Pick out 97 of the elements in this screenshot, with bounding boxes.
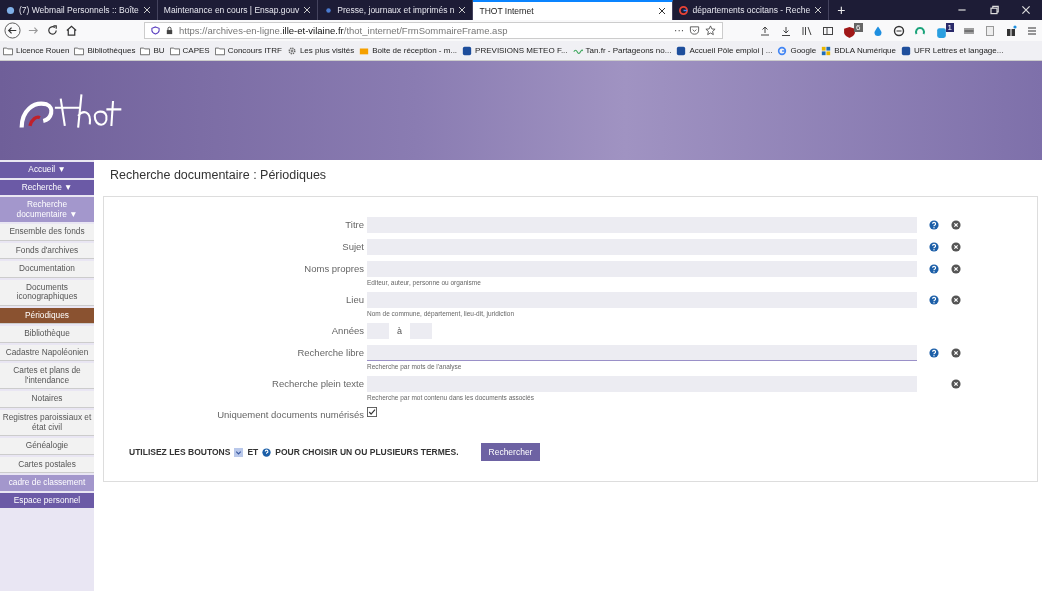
extension-badge: 1 — [945, 22, 954, 32]
reload-icon[interactable] — [46, 24, 59, 37]
bookmark-item[interactable]: Boite de réception - m... — [359, 45, 458, 56]
url-text: https://archives-en-ligne.ille-et-vilaine.fr/thot_internet/FrmSommaireFrame.asp — [179, 25, 508, 36]
dot-icon — [324, 5, 334, 15]
chevron-down-icon — [234, 447, 244, 457]
instruction-text: ET — [247, 447, 259, 457]
bookmark-item[interactable]: UFR Lettres et langage... — [901, 45, 1004, 56]
sidebar-item[interactable]: Ensemble des fonds — [0, 224, 94, 241]
folder-icon — [214, 45, 225, 56]
clear-icon[interactable] — [951, 295, 961, 305]
google-icon — [679, 5, 689, 15]
sidebar-item[interactable]: Accueil ▼ — [0, 162, 94, 178]
bookmark-item[interactable]: BU — [140, 45, 165, 56]
field-label: Noms propres — [303, 262, 364, 276]
sidebar-item[interactable]: Cartes postales — [0, 456, 94, 474]
globe-icon — [6, 5, 15, 15]
bookmark-item[interactable]: BDLA Numérique — [821, 45, 896, 56]
sidebar-item[interactable]: Documents iconographiques — [0, 279, 94, 306]
page-title: Recherche documentaire : Périodiques — [109, 167, 328, 184]
site-icon — [676, 45, 687, 56]
field-label: Uniquement documents numérisés — [216, 408, 364, 422]
new-tab-button[interactable]: + — [829, 0, 854, 20]
text-field[interactable] — [367, 345, 917, 361]
help-icon — [262, 447, 272, 457]
pocket-icon[interactable] — [689, 25, 701, 36]
ring-icon[interactable] — [913, 24, 926, 37]
sidebar-item[interactable]: Généalogie — [0, 438, 94, 455]
home-icon[interactable] — [65, 24, 78, 37]
sidebar-item[interactable]: Périodiques — [0, 307, 94, 325]
bookmark-item[interactable]: Accueil Pôle emploi | ... — [676, 45, 773, 56]
range-separator: à — [397, 326, 402, 336]
site-icon — [462, 45, 473, 56]
lock-icon — [165, 26, 174, 35]
search-button[interactable]: Rechercher — [480, 443, 541, 461]
grid-icon — [821, 45, 832, 56]
instruction-text: UTILISEZ LES BOUTONS — [129, 447, 231, 457]
upload-icon[interactable] — [759, 24, 772, 37]
checkbox[interactable] — [367, 407, 377, 417]
menu-icon[interactable] — [1026, 24, 1038, 37]
page-actions-button[interactable]: ··· — [674, 25, 685, 36]
bookmark-item[interactable]: Tan.fr - Partageons no... — [572, 45, 672, 56]
library-icon[interactable] — [801, 24, 814, 37]
bookmark-item[interactable]: Google — [777, 45, 817, 56]
extension-badge: 6 — [854, 22, 863, 32]
sidebar-item[interactable]: Fonds d'archives — [0, 242, 94, 260]
close-icon[interactable] — [658, 7, 667, 15]
sidebar-item[interactable]: Recherche ▼ — [0, 179, 94, 196]
bookmark-item[interactable]: Licence Rouen — [3, 45, 70, 56]
field-label: Recherche libre — [296, 346, 364, 360]
bookmark-item[interactable]: Les plus visités — [286, 45, 355, 56]
field-label: Titre — [344, 218, 364, 232]
sidebar-icon[interactable] — [822, 24, 835, 37]
sidebar-item[interactable]: Notaires — [0, 391, 94, 408]
field-label: Années — [330, 324, 364, 338]
clear-icon[interactable] — [951, 348, 961, 358]
sidebar-item[interactable]: Bibliothèque — [0, 326, 94, 343]
help-icon[interactable] — [929, 242, 939, 252]
help-icon[interactable] — [929, 220, 939, 230]
site-icon — [901, 45, 911, 56]
restore-icon[interactable] — [988, 4, 1000, 16]
shield-extension-icon[interactable] — [843, 25, 857, 39]
field-label: Recherche plein texte — [271, 377, 364, 391]
google-icon — [777, 45, 788, 56]
instruction-text: POUR CHOISIR UN OU PLUSIEURS TERMES. — [275, 447, 459, 457]
help-icon[interactable] — [929, 295, 939, 305]
bookmark-item[interactable]: CAPES — [169, 45, 210, 56]
folder-icon — [3, 45, 13, 56]
star-icon[interactable] — [705, 25, 717, 36]
gear-icon — [286, 45, 297, 56]
folder-icon — [74, 45, 85, 56]
sidebar-item[interactable]: Registres paroissiaux et état civil — [0, 409, 94, 437]
field-label: Lieu — [345, 293, 364, 307]
page-icon[interactable] — [984, 24, 996, 37]
folder-icon — [140, 45, 151, 56]
extension-icon[interactable] — [934, 25, 948, 39]
sidebar-item[interactable]: Espace personnel — [0, 492, 94, 509]
shield-icon — [151, 26, 160, 35]
field-label: Sujet — [341, 240, 364, 254]
back-icon[interactable] — [4, 22, 21, 39]
clear-icon[interactable] — [951, 242, 961, 252]
download-icon[interactable] — [780, 24, 793, 37]
clear-icon[interactable] — [951, 379, 961, 389]
help-icon[interactable] — [929, 348, 939, 358]
drop-icon[interactable] — [871, 24, 884, 37]
browser-tab[interactable]: THOT Internet — [473, 0, 674, 20]
help-icon[interactable] — [929, 264, 939, 274]
address-bar[interactable]: https://archives-en-ligne.ille-et-vilaine.fr/thot_internet/FrmSommaireFrame.asp ··· — [144, 22, 724, 39]
bookmark-item[interactable]: Concours ITRF — [214, 45, 282, 56]
sidebar-item[interactable]: Cartes et plans de l'intendance — [0, 363, 94, 390]
clear-icon[interactable] — [951, 220, 961, 230]
clear-icon[interactable] — [951, 264, 961, 274]
sidebar-item[interactable]: Cadastre Napoléonien — [0, 344, 94, 362]
sidebar-item[interactable]: Documentation — [0, 261, 94, 278]
folder-icon — [169, 45, 180, 56]
bookmark-item[interactable]: Bibliothèques — [74, 45, 136, 56]
bookmark-item[interactable]: PREVISIONS METEO F... — [462, 45, 568, 56]
